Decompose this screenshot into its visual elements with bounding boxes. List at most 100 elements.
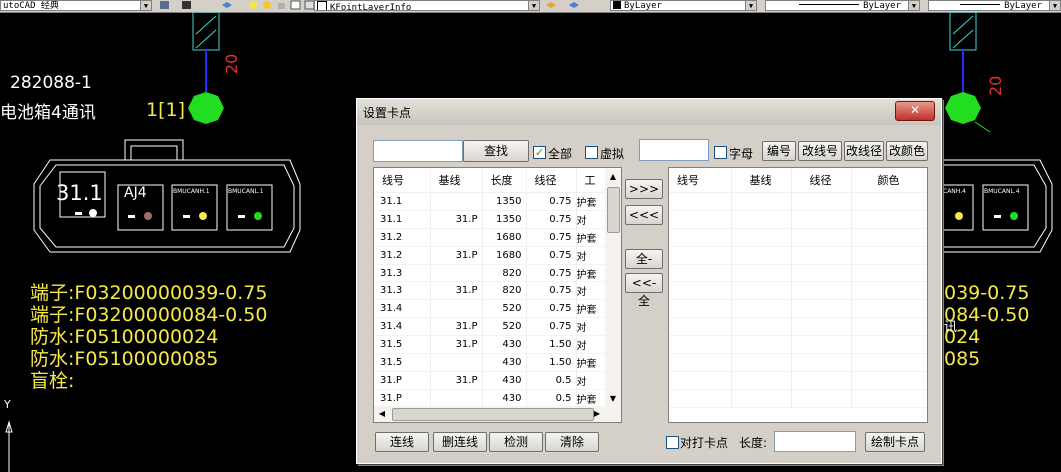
scroll-right-arrow[interactable]: ▶ xyxy=(589,406,605,422)
draw-checkpoint-button[interactable]: 绘制卡点 xyxy=(865,432,925,452)
table-cell: 31.P xyxy=(374,389,431,408)
linetype-combo[interactable]: ByLayer ▼ xyxy=(765,0,920,11)
table-cell: 0.75 xyxy=(526,264,577,283)
change-color-button[interactable]: 改颜色 xyxy=(886,141,928,161)
clear-button[interactable]: 清除 xyxy=(545,432,599,452)
length-input[interactable] xyxy=(774,431,856,452)
filter-input[interactable] xyxy=(639,139,709,161)
col-header-gauge[interactable]: 线径 xyxy=(526,168,577,193)
scroll-up-arrow[interactable]: ▲ xyxy=(605,169,621,185)
vertical-scrollbar[interactable]: ▲ ▼ xyxy=(605,169,621,407)
workspace-combo[interactable]: utoCAD 经典 ▼ xyxy=(0,0,152,11)
empty-row xyxy=(669,228,927,247)
connect-button[interactable]: 连线 xyxy=(375,432,429,452)
table-row[interactable]: 31.2 1680 0.75 护套 xyxy=(374,228,608,247)
empty-row xyxy=(669,353,927,372)
hscroll-thumb[interactable] xyxy=(392,408,594,421)
make-current-icon[interactable] xyxy=(545,0,556,10)
lock-icon[interactable] xyxy=(276,0,287,10)
layer-color-icon[interactable] xyxy=(290,0,301,10)
table-row[interactable]: 31.3 31.P 820 0.75 对 xyxy=(374,281,608,301)
col-header-wire-no[interactable]: 线号 xyxy=(374,168,431,193)
chevron-down-icon: ▼ xyxy=(745,1,756,10)
table-row[interactable]: 31.5 430 1.50 护套 xyxy=(374,353,608,372)
table-row[interactable]: 31.4 31.P 520 0.75 对 xyxy=(374,317,608,337)
pair-checkbox[interactable] xyxy=(666,436,679,449)
table-cell xyxy=(851,246,927,265)
search-input[interactable] xyxy=(373,140,463,162)
find-button[interactable]: 查找 xyxy=(463,140,529,162)
virtual-checkbox[interactable] xyxy=(585,146,598,159)
lineweight-combo[interactable]: ByLayer ▼ xyxy=(928,0,1061,11)
all-checkbox[interactable]: ✓ xyxy=(533,146,546,159)
delete-connect-button[interactable]: 删连线 xyxy=(433,432,487,452)
number-button[interactable]: 编号 xyxy=(762,141,796,161)
change-gauge-button[interactable]: 改线径 xyxy=(844,141,884,161)
left-node-marker[interactable] xyxy=(188,92,224,124)
table-cell: 0.75 xyxy=(526,228,577,247)
empty-row xyxy=(669,246,927,265)
close-button[interactable]: ✕ xyxy=(895,101,935,121)
col-header-base[interactable]: 基线 xyxy=(430,168,483,193)
table-cell xyxy=(731,246,792,265)
scroll-thumb[interactable] xyxy=(607,187,620,233)
spec-line-1: 端子:F03200000039-0.75 xyxy=(30,282,268,304)
table-cell xyxy=(731,353,792,372)
color-combo-value: ByLayer xyxy=(624,1,662,11)
pin-label-3: BMUCANH.1 xyxy=(173,188,210,195)
move-left-button[interactable]: <<< xyxy=(625,205,663,225)
table-cell: 0.75 xyxy=(526,281,577,301)
dialog-titlebar[interactable]: 设置卡点 ✕ xyxy=(357,99,941,125)
col-header-base[interactable]: 基线 xyxy=(731,168,792,193)
table-cell: 护套 xyxy=(576,192,608,211)
scroll-left-arrow[interactable]: ◀ xyxy=(374,406,390,422)
color-combo[interactable]: ByLayer ▼ xyxy=(610,0,757,11)
col-header-wire-no[interactable]: 线号 xyxy=(669,168,732,193)
horizontal-scrollbar[interactable]: ◀ ▶ xyxy=(374,406,621,422)
table-cell: 31.4 xyxy=(374,317,431,337)
spec-line-4: 防水:F05100000085 xyxy=(30,348,219,370)
table-cell: 对 xyxy=(576,335,608,355)
move-all-left-button[interactable]: <<-全 xyxy=(625,273,663,308)
table-row[interactable]: 31.1 1350 0.75 护套 xyxy=(374,192,608,211)
table-cell xyxy=(791,299,852,319)
check-button[interactable]: 检测 xyxy=(489,432,543,452)
layer-manager-icon[interactable] xyxy=(221,0,232,10)
table-row[interactable]: 31.P 31.P 430 0.5 对 xyxy=(374,371,608,390)
col-header-gauge[interactable]: 线径 xyxy=(791,168,852,193)
table-cell xyxy=(851,389,927,408)
table-row[interactable]: 31.4 520 0.75 护套 xyxy=(374,299,608,319)
table-row[interactable]: 31.5 31.P 430 1.50 对 xyxy=(374,335,608,355)
table-cell xyxy=(791,317,852,337)
layer-previous-icon[interactable] xyxy=(568,0,579,10)
bulb-icon[interactable] xyxy=(248,0,259,10)
selected-wires-grid: 线号 基线 线径 颜色 xyxy=(669,168,927,408)
table-row[interactable]: 31.2 31.P 1680 0.75 对 xyxy=(374,246,608,265)
node-label: 1[1] xyxy=(146,99,186,121)
empty-row xyxy=(669,210,927,229)
table-cell xyxy=(731,335,792,355)
col-header-process[interactable]: 工 xyxy=(576,168,608,193)
right-node-marker[interactable] xyxy=(945,92,981,124)
table-row[interactable]: 31.P 430 0.5 护套 xyxy=(374,389,608,408)
move-all-right-button[interactable]: 全->> xyxy=(625,249,663,284)
window-icon[interactable] xyxy=(181,0,192,10)
move-right-button[interactable]: >>> xyxy=(625,179,663,199)
table-row[interactable]: 31.1 31.P 1350 0.75 对 xyxy=(374,210,608,229)
col-header-length[interactable]: 长度 xyxy=(482,168,527,193)
letter-checkbox[interactable] xyxy=(714,146,727,159)
change-wire-number-button[interactable]: 改线号 xyxy=(798,141,842,161)
table-row[interactable]: 31.3 820 0.75 护套 xyxy=(374,264,608,283)
empty-row xyxy=(669,389,927,408)
layer-combo[interactable]: KFointLayerInfo ▼ xyxy=(314,0,540,11)
dialog-title: 设置卡点 xyxy=(363,106,412,120)
table-cell: 520 xyxy=(482,317,527,337)
selected-wires-table[interactable]: 线号 基线 线径 颜色 xyxy=(668,167,928,423)
table-cell: 1350 xyxy=(482,192,527,211)
col-header-color[interactable]: 颜色 xyxy=(851,168,927,193)
settings-icon[interactable] xyxy=(159,0,170,10)
sun-icon[interactable] xyxy=(262,0,273,10)
available-wires-table[interactable]: 线号 基线 长度 线径 工 31.1 1350 0.75 护套 31.1 31.P 1350… xyxy=(373,167,622,423)
table-cell: 护套 xyxy=(576,389,608,408)
scroll-down-arrow[interactable]: ▼ xyxy=(605,391,621,407)
